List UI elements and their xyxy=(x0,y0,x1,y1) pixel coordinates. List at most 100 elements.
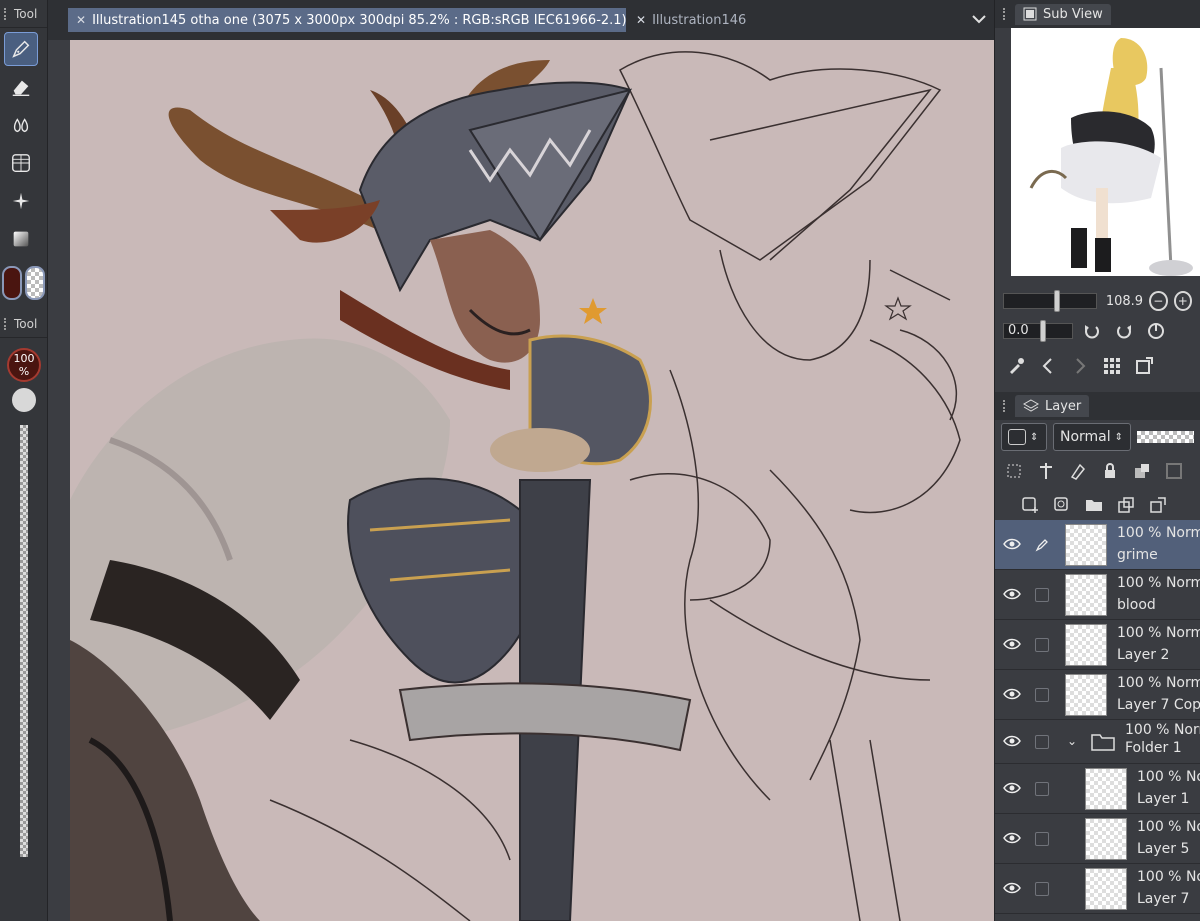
eye-icon[interactable] xyxy=(1003,687,1021,701)
draft-layer-icon[interactable] xyxy=(1065,458,1091,484)
lock-icon[interactable] xyxy=(1097,458,1123,484)
reference-figure xyxy=(1011,28,1200,276)
transfer-down-icon[interactable] xyxy=(1113,492,1139,518)
rotation-slider[interactable]: 0.0 xyxy=(1003,320,1073,342)
layer-name: Folder 1 xyxy=(1125,740,1182,756)
edit-target-checkbox[interactable] xyxy=(1035,638,1049,652)
document-tab[interactable]: ✕ Illustration146 xyxy=(628,8,763,32)
zoom-out-icon[interactable]: − xyxy=(1149,291,1168,311)
edit-target-checkbox[interactable] xyxy=(1035,588,1049,602)
next-icon[interactable] xyxy=(1067,353,1093,379)
blend-mode-value: Normal xyxy=(1060,429,1111,445)
tool-panel: Tool Tool 100 % xyxy=(0,0,48,921)
mask-icon[interactable] xyxy=(1161,458,1187,484)
expression-color-select[interactable]: ⇕ xyxy=(1001,423,1047,451)
color-swatches xyxy=(2,266,47,300)
layer-row[interactable]: 100 % No Layer 5 xyxy=(995,814,1200,864)
new-raster-layer-icon[interactable] xyxy=(1017,492,1043,518)
pen-tool-button[interactable] xyxy=(4,32,38,66)
new-vector-layer-icon[interactable] xyxy=(1049,492,1075,518)
blend-icon xyxy=(13,118,29,133)
eye-icon[interactable] xyxy=(1003,881,1021,895)
reference-layer-icon[interactable] xyxy=(1033,458,1059,484)
edit-target-checkbox[interactable] xyxy=(1035,735,1049,749)
grip-icon[interactable] xyxy=(4,317,10,330)
transparent-color-swatch[interactable] xyxy=(25,266,45,300)
chevron-down-icon[interactable] xyxy=(970,10,988,28)
tool-property-tab[interactable]: Tool xyxy=(0,310,47,338)
grip-icon[interactable] xyxy=(4,7,10,20)
close-icon[interactable]: ✕ xyxy=(636,13,646,27)
folder-row[interactable]: ⌄ 100 % Norm Folder 1 xyxy=(995,720,1200,764)
layer-name: Layer 2 xyxy=(1117,647,1170,663)
eye-icon[interactable] xyxy=(1003,537,1021,551)
subview-reference-image[interactable] xyxy=(1011,28,1200,276)
gradient-tool-button[interactable] xyxy=(4,222,38,256)
pen-icon xyxy=(12,40,30,58)
eye-icon[interactable] xyxy=(1003,587,1021,601)
layer-name: Layer 5 xyxy=(1137,841,1190,857)
layer-thumbnail xyxy=(1085,768,1127,810)
effect-tool-button[interactable] xyxy=(4,184,38,218)
eye-icon[interactable] xyxy=(1003,781,1021,795)
previous-icon[interactable] xyxy=(1035,353,1061,379)
eye-icon[interactable] xyxy=(1003,734,1021,748)
merge-layer-icon[interactable] xyxy=(1145,492,1171,518)
gradient-icon xyxy=(13,231,29,247)
chevron-down-icon[interactable]: ⌄ xyxy=(1067,734,1077,748)
document-tab-label: Illustration146 xyxy=(652,12,747,28)
import-image-icon[interactable] xyxy=(1131,353,1157,379)
layer-mode: No xyxy=(1185,819,1200,835)
main-color-swatch[interactable] xyxy=(2,266,22,300)
brush-opacity-slider[interactable] xyxy=(20,425,28,857)
brush-opacity-indicator[interactable]: 100 % xyxy=(7,348,41,382)
opacity-strip[interactable] xyxy=(1137,431,1194,443)
tool-panel-tab[interactable]: Tool xyxy=(0,0,47,28)
zoom-in-icon[interactable]: + xyxy=(1173,291,1192,311)
grip-icon[interactable] xyxy=(1003,400,1009,412)
brush-opacity-slider-knob[interactable] xyxy=(12,388,36,412)
clip-studio-window: Tool Tool 100 % ✕ Illustration145 otha o… xyxy=(0,0,1200,921)
drawing-canvas[interactable] xyxy=(70,40,994,921)
subview-tab[interactable]: Sub View xyxy=(1015,3,1111,25)
rotate-right-icon[interactable] xyxy=(1111,318,1137,344)
rotate-left-icon[interactable] xyxy=(1079,318,1105,344)
figure-tool-button[interactable] xyxy=(4,146,38,180)
blend-mode-select[interactable]: Normal ⇕ xyxy=(1053,423,1131,451)
pen-icon[interactable] xyxy=(1035,538,1049,552)
close-icon[interactable]: ✕ xyxy=(76,13,86,27)
layer-row[interactable]: 100 % No Layer 7 xyxy=(995,864,1200,914)
eye-icon[interactable] xyxy=(1003,831,1021,845)
zoom-slider[interactable] xyxy=(1003,290,1098,312)
document-tab-label: Illustration145 otha one (3075 x 3000px … xyxy=(92,12,626,28)
layer-row[interactable]: 100 % Norm Layer 7 Copy xyxy=(995,670,1200,720)
layer-name: Layer 7 Copy xyxy=(1117,697,1200,713)
grid-view-icon[interactable] xyxy=(1099,353,1125,379)
new-folder-icon[interactable] xyxy=(1081,492,1107,518)
edit-target-checkbox[interactable] xyxy=(1035,782,1049,796)
blend-tool-button[interactable] xyxy=(4,108,38,142)
layer-opacity: 100 % xyxy=(1117,675,1162,691)
lock-transparent-icon[interactable] xyxy=(1129,458,1155,484)
edit-target-checkbox[interactable] xyxy=(1035,688,1049,702)
grip-icon[interactable] xyxy=(1003,8,1009,20)
clip-icon[interactable] xyxy=(1001,458,1027,484)
layer-row[interactable]: 100 % Norm blood xyxy=(995,570,1200,620)
document-tab-active[interactable]: ✕ Illustration145 otha one (3075 x 3000p… xyxy=(68,8,626,32)
layer-panel-title: Layer xyxy=(1045,398,1082,414)
layer-property-icons xyxy=(995,454,1200,488)
tool-panel-title: Tool xyxy=(14,6,38,21)
eyedropper-icon[interactable] xyxy=(1003,353,1029,379)
layer-row[interactable]: 100 % No Layer 1 xyxy=(995,764,1200,814)
layer-panel-tab[interactable]: Layer xyxy=(1015,395,1090,417)
layer-name: grime xyxy=(1117,547,1158,563)
edit-target-checkbox[interactable] xyxy=(1035,882,1049,896)
edit-target-checkbox[interactable] xyxy=(1035,832,1049,846)
layer-row[interactable]: 100 % Norm Layer 2 xyxy=(995,620,1200,670)
layer-opacity: 100 % xyxy=(1117,525,1162,541)
eraser-tool-button[interactable] xyxy=(4,70,38,104)
folder-icon xyxy=(1091,734,1115,751)
layer-row[interactable]: 100 % Norm grime xyxy=(995,520,1200,570)
eye-icon[interactable] xyxy=(1003,637,1021,651)
reset-rotation-icon[interactable] xyxy=(1143,318,1169,344)
